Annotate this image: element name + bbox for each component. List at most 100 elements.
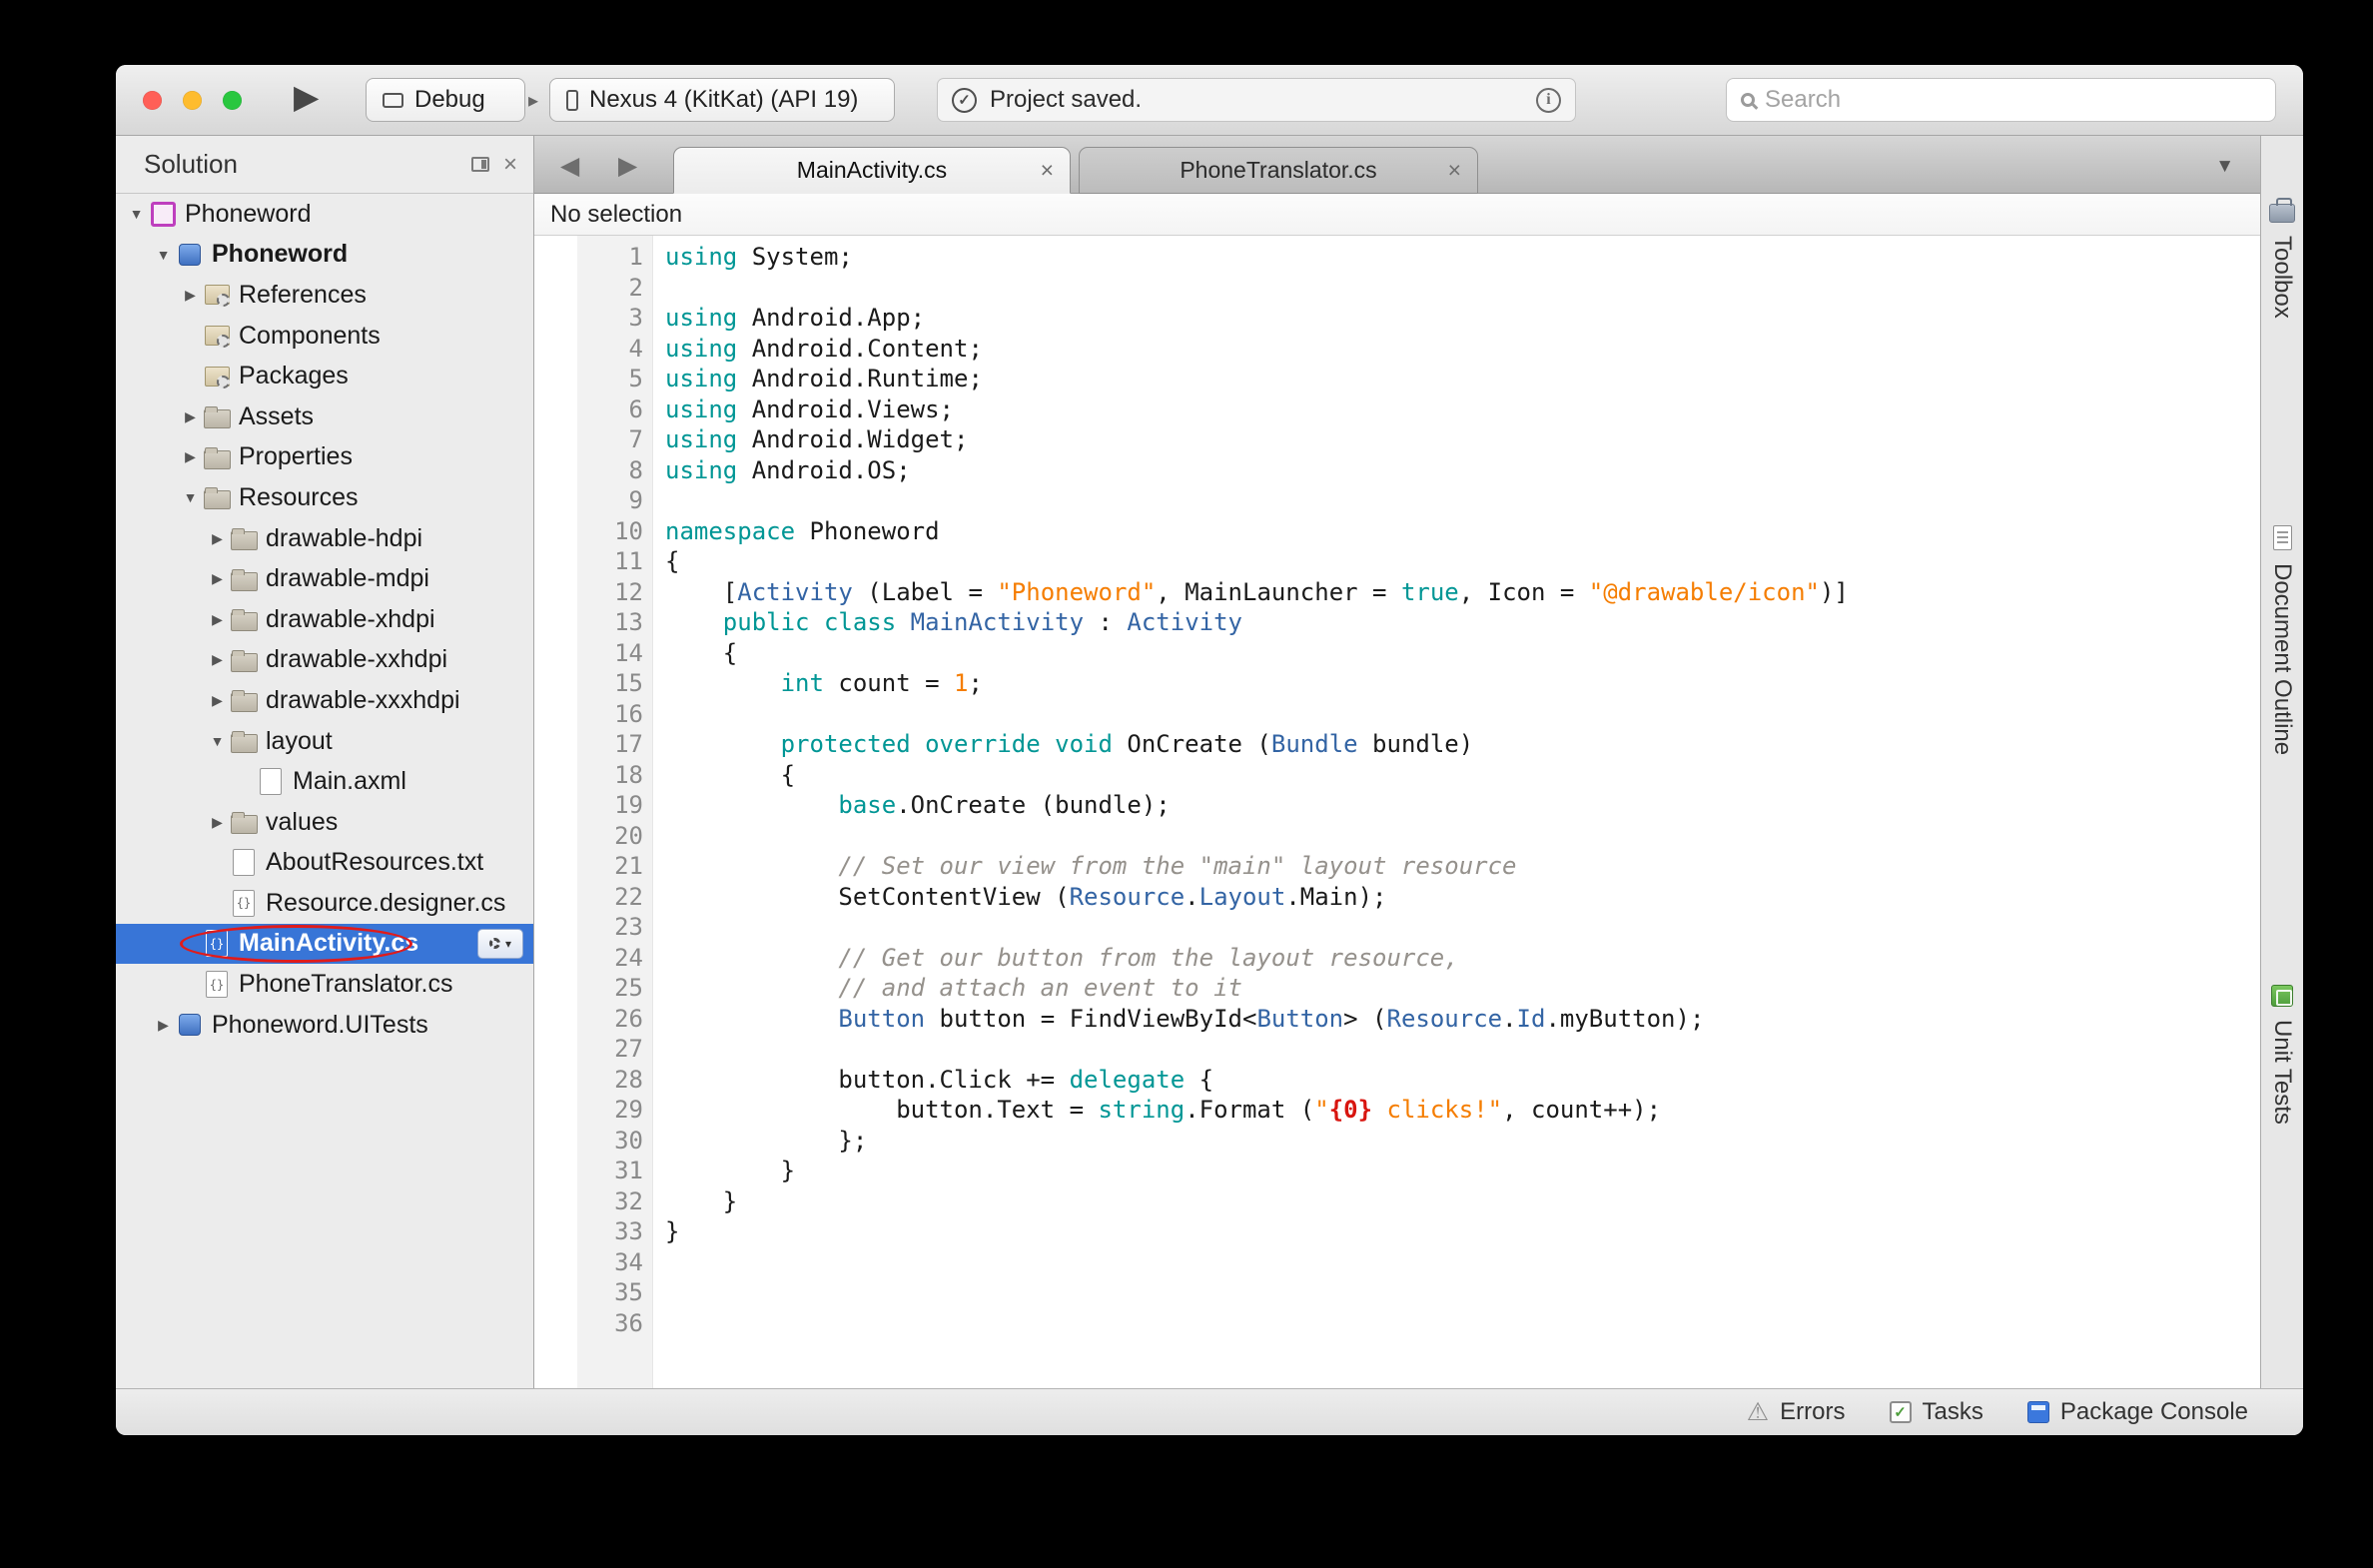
status-item-package-console[interactable]: Package Console [2027, 1398, 2248, 1426]
code-line[interactable]: }; [665, 1126, 2260, 1157]
build-configuration-button[interactable]: Debug [366, 78, 525, 122]
tree-item-phoneword[interactable]: ▼Phoneword [116, 235, 533, 276]
code-line[interactable]: // Set our view from the "main" layout r… [665, 851, 2260, 882]
search-field[interactable] [1726, 78, 2276, 122]
code-line[interactable] [665, 699, 2260, 730]
code-line[interactable]: SetContentView (Resource.Layout.Main); [665, 882, 2260, 913]
tree-item-phoneword-uitests[interactable]: ▶Phoneword.UITests [116, 1005, 533, 1046]
code-editor[interactable]: 1234567891011121314151617181920212223242… [534, 236, 2260, 1388]
expand-arrow-icon[interactable]: ▶ [178, 448, 203, 465]
status-item-tasks[interactable]: ✓Tasks [1890, 1398, 1983, 1426]
tree-item-components[interactable]: Components [116, 316, 533, 357]
code-line[interactable]: using Android.Widget; [665, 424, 2260, 455]
tree-item-label: Main.axml [293, 767, 406, 796]
close-pad-icon[interactable]: × [503, 153, 517, 177]
code-line[interactable] [665, 1308, 2260, 1339]
code-line[interactable] [665, 821, 2260, 852]
tab-overflow-icon[interactable]: ▼ [2215, 156, 2234, 178]
expand-arrow-icon[interactable]: ▶ [205, 530, 230, 547]
tree-item-resource-designer-cs[interactable]: Resource.designer.cs [116, 883, 533, 924]
line-number: 34 [577, 1247, 643, 1278]
close-window-button[interactable] [143, 91, 162, 110]
code-line[interactable]: using Android.Content; [665, 334, 2260, 365]
tree-item-packages[interactable]: Packages [116, 356, 533, 396]
tree-item-drawable-hdpi[interactable]: ▶drawable-hdpi [116, 518, 533, 559]
expand-arrow-icon[interactable]: ▶ [205, 692, 230, 709]
expand-arrow-icon[interactable]: ▶ [178, 287, 203, 304]
strip-tab-document-outline[interactable]: Document Outline [2261, 525, 2303, 755]
expand-arrow-icon[interactable]: ▶ [178, 408, 203, 425]
code-line[interactable]: using Android.Runtime; [665, 364, 2260, 394]
code-line[interactable] [665, 1277, 2260, 1308]
code-line[interactable]: using System; [665, 242, 2260, 273]
tree-item-drawable-xhdpi[interactable]: ▶drawable-xhdpi [116, 599, 533, 640]
tab-close-icon[interactable]: × [1041, 157, 1054, 184]
code-line[interactable]: button.Text = string.Format ("{0} clicks… [665, 1095, 2260, 1126]
navigate-forward-icon[interactable]: ▶ [618, 151, 637, 181]
code-line[interactable] [665, 1247, 2260, 1278]
code-line[interactable] [665, 912, 2260, 943]
tree-item-resources[interactable]: ▼Resources [116, 477, 533, 518]
code-line[interactable]: using Android.OS; [665, 455, 2260, 486]
tab-phonetranslator-cs[interactable]: PhoneTranslator.cs× [1079, 147, 1478, 194]
strip-tab-toolbox[interactable]: Toolbox [2261, 196, 2303, 319]
expand-arrow-icon[interactable]: ▶ [151, 1017, 176, 1034]
code-line[interactable] [665, 273, 2260, 304]
code-line[interactable]: Button button = FindViewById<Button> (Re… [665, 1004, 2260, 1035]
tree-item-main-axml[interactable]: Main.axml [116, 761, 533, 802]
tree-item-properties[interactable]: ▶Properties [116, 437, 533, 478]
code-line[interactable]: } [665, 1216, 2260, 1247]
code-line[interactable]: // Get our button from the layout resour… [665, 943, 2260, 974]
code-line[interactable]: [Activity (Label = "Phoneword", MainLaun… [665, 577, 2260, 608]
info-icon[interactable]: i [1536, 88, 1561, 113]
collapse-arrow-icon[interactable]: ▼ [124, 206, 149, 222]
minimize-window-button[interactable] [183, 91, 202, 110]
tree-item-phoneword[interactable]: ▼Phoneword [116, 194, 533, 235]
tree-item-aboutresources-txt[interactable]: AboutResources.txt [116, 843, 533, 884]
tab-close-icon[interactable]: × [1448, 157, 1461, 184]
tab-mainactivity-cs[interactable]: MainActivity.cs× [673, 147, 1071, 194]
dock-pad-icon[interactable] [471, 157, 489, 172]
code-line[interactable]: using Android.App; [665, 303, 2260, 334]
device-selector-button[interactable]: Nexus 4 (KitKat) (API 19) [549, 78, 895, 122]
item-options-button[interactable]: ▾ [477, 929, 523, 959]
code-line[interactable]: { [665, 638, 2260, 669]
navigate-back-icon[interactable]: ◀ [560, 151, 579, 181]
code-content[interactable]: using System; using Android.App;using An… [653, 236, 2260, 1388]
status-item-errors[interactable]: ⚠Errors [1747, 1398, 1846, 1426]
code-line[interactable]: } [665, 1156, 2260, 1186]
tree-item-drawable-xxxhdpi[interactable]: ▶drawable-xxxhdpi [116, 680, 533, 721]
code-line[interactable]: namespace Phoneword [665, 516, 2260, 547]
collapse-arrow-icon[interactable]: ▼ [151, 247, 176, 263]
code-line[interactable]: public class MainActivity : Activity [665, 607, 2260, 638]
zoom-window-button[interactable] [223, 91, 242, 110]
code-line[interactable]: button.Click += delegate { [665, 1065, 2260, 1096]
code-line[interactable]: // and attach an event to it [665, 973, 2260, 1004]
collapse-arrow-icon[interactable]: ▼ [205, 733, 230, 749]
expand-arrow-icon[interactable]: ▶ [205, 814, 230, 831]
code-line[interactable] [665, 1034, 2260, 1065]
code-line[interactable]: { [665, 546, 2260, 577]
code-line[interactable]: using Android.Views; [665, 394, 2260, 425]
code-line[interactable]: { [665, 760, 2260, 791]
code-line[interactable]: int count = 1; [665, 668, 2260, 699]
search-input[interactable] [1765, 86, 2261, 114]
tree-item-mainactivity-cs[interactable]: MainActivity.cs▾ [116, 924, 533, 965]
code-line[interactable]: base.OnCreate (bundle); [665, 790, 2260, 821]
tree-item-values[interactable]: ▶values [116, 802, 533, 843]
tree-item-drawable-xxhdpi[interactable]: ▶drawable-xxhdpi [116, 640, 533, 681]
tree-item-assets[interactable]: ▶Assets [116, 396, 533, 437]
run-button[interactable]: ▶ [294, 77, 319, 116]
code-line[interactable] [665, 485, 2260, 516]
tree-item-phonetranslator-cs[interactable]: PhoneTranslator.cs [116, 964, 533, 1005]
tree-item-references[interactable]: ▶References [116, 275, 533, 316]
collapse-arrow-icon[interactable]: ▼ [178, 489, 203, 505]
code-line[interactable]: } [665, 1186, 2260, 1217]
expand-arrow-icon[interactable]: ▶ [205, 611, 230, 628]
tree-item-layout[interactable]: ▼layout [116, 721, 533, 762]
tree-item-drawable-mdpi[interactable]: ▶drawable-mdpi [116, 558, 533, 599]
code-line[interactable]: protected override void OnCreate (Bundle… [665, 729, 2260, 760]
expand-arrow-icon[interactable]: ▶ [205, 651, 230, 668]
strip-tab-unit-tests[interactable]: Unit Tests [2261, 985, 2303, 1125]
expand-arrow-icon[interactable]: ▶ [205, 570, 230, 587]
